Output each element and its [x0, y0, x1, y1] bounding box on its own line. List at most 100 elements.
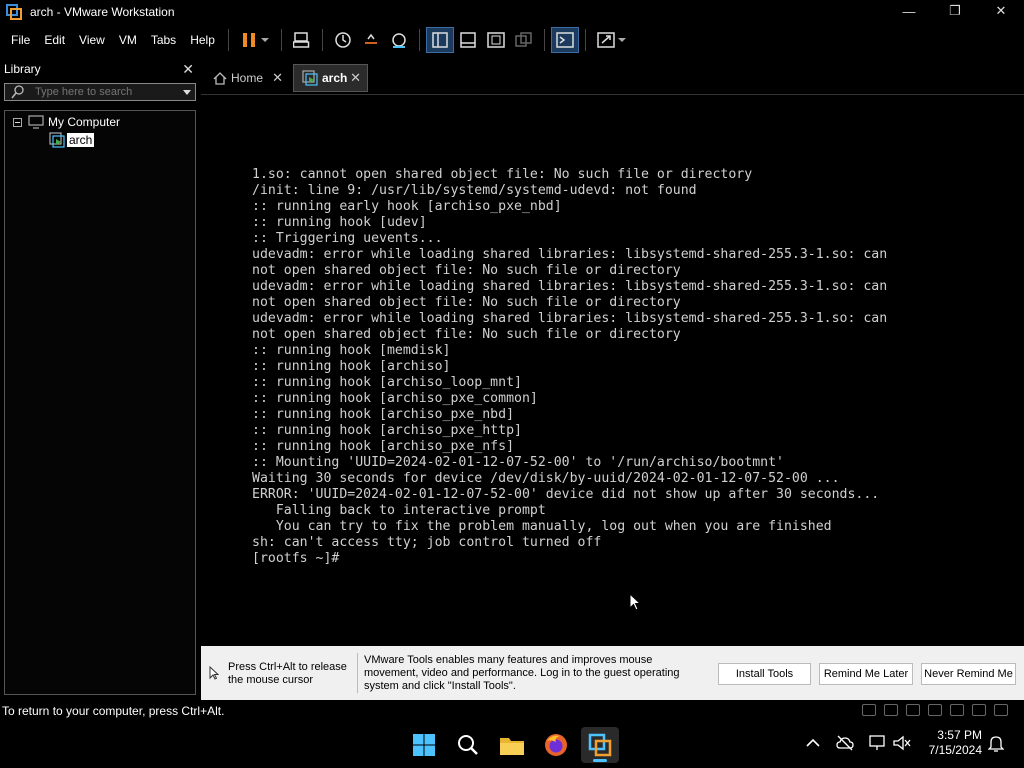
clock-time: 3:57 PM	[937, 728, 982, 742]
menu-vm[interactable]: VM	[112, 33, 144, 47]
mouse-release-icon	[209, 666, 219, 680]
windows-logo-icon	[413, 734, 435, 756]
vm-running-icon	[302, 70, 318, 86]
show-library-button[interactable]	[425, 27, 454, 53]
toolbar-divider	[280, 29, 282, 51]
toolbar-divider	[584, 29, 586, 51]
library-tree: My Computer arch	[4, 110, 196, 695]
menu-file[interactable]: File	[0, 33, 37, 47]
show-thumbnail-bar-button[interactable]	[454, 27, 482, 53]
vmware-tools-message: VMware Tools enables many features and i…	[364, 654, 680, 692]
send-keys-icon	[292, 32, 310, 48]
console-view-button[interactable]	[550, 27, 579, 53]
remind-me-later-button[interactable]: Remind Me Later	[819, 663, 913, 685]
system-clock[interactable]: 3:57 PM 7/15/2024	[929, 728, 982, 758]
thumbnail-bar-icon	[460, 32, 476, 48]
home-icon	[213, 71, 227, 85]
menu-help[interactable]: Help	[183, 33, 222, 47]
cloud-offline-icon[interactable]	[836, 735, 854, 751]
pause-icon	[242, 33, 255, 47]
close-button[interactable]: ✕	[978, 0, 1024, 22]
stretch-icon	[597, 32, 615, 48]
mouse-pointer-icon	[629, 593, 641, 611]
cd-dvd-icon[interactable]	[884, 704, 898, 716]
revert-snapshot-button[interactable]	[357, 27, 385, 53]
tree-item-arch[interactable]: arch	[49, 132, 95, 148]
unity-icon	[515, 32, 532, 47]
tab-arch[interactable]: arch ✕	[293, 64, 368, 92]
never-remind-me-button[interactable]: Never Remind Me	[921, 663, 1016, 685]
notification-bell-icon[interactable]	[988, 734, 1004, 752]
title-bar: arch - VMware Workstation — ❐ ✕	[0, 0, 1024, 24]
notification-divider	[357, 653, 358, 693]
library-search	[4, 83, 196, 101]
tab-arch-label: arch	[322, 71, 348, 85]
sound-card-icon[interactable]	[950, 704, 964, 716]
file-explorer-button[interactable]	[493, 727, 531, 763]
windows-taskbar: 3:57 PM 7/15/2024	[0, 721, 1024, 768]
tab-strip: Home ✕ arch ✕	[201, 58, 1024, 95]
close-tab-arch-icon[interactable]: ✕	[350, 70, 361, 86]
status-bar: To return to your computer, press Ctrl+A…	[0, 701, 1024, 721]
take-snapshot-button[interactable]	[329, 27, 357, 53]
menu-edit[interactable]: Edit	[37, 33, 72, 47]
search-icon	[458, 735, 478, 755]
firefox-icon	[545, 734, 567, 756]
unity-button[interactable]	[510, 27, 538, 53]
menu-view[interactable]: View	[72, 33, 112, 47]
minimize-button[interactable]: —	[886, 0, 932, 22]
computer-icon	[28, 115, 44, 129]
tab-home[interactable]: Home ✕	[205, 64, 289, 92]
tree-label-my-computer: My Computer	[48, 115, 121, 129]
volume-muted-icon[interactable]	[893, 735, 911, 751]
hard-disk-icon[interactable]	[862, 704, 876, 716]
snapshot-clock-icon	[335, 32, 351, 48]
console-icon	[556, 32, 574, 48]
library-close-icon[interactable]: ✕	[182, 61, 194, 78]
install-tools-button[interactable]: Install Tools	[718, 663, 811, 685]
chevron-up-icon[interactable]	[806, 738, 820, 748]
full-screen-button[interactable]	[482, 27, 510, 53]
vmware-workstation-taskbar-button[interactable]	[581, 727, 619, 763]
menu-tabs[interactable]: Tabs	[144, 33, 183, 47]
snapshot-manager-icon	[392, 33, 406, 48]
toolbar-divider	[543, 29, 545, 51]
vm-icon	[49, 132, 65, 148]
stretch-guest-button[interactable]	[592, 27, 620, 53]
collapse-toggle[interactable]	[13, 117, 22, 127]
vmware-tools-notification: Press Ctrl+Alt to release the mouse curs…	[201, 646, 1024, 700]
snapshot-manager-button[interactable]	[385, 27, 413, 53]
menu-bar: File Edit View VM Tabs Help	[0, 24, 1024, 56]
window-title: arch - VMware Workstation	[30, 5, 175, 19]
vmware-icon	[588, 733, 612, 757]
tree-label-arch: arch	[67, 133, 95, 147]
pause-button[interactable]	[235, 27, 263, 53]
full-screen-icon	[487, 32, 505, 48]
library-panel: Library ✕ My Computer arch	[0, 58, 200, 700]
start-button[interactable]	[405, 727, 443, 763]
vm-console[interactable]: 1.so: cannot open shared object file: No…	[201, 96, 1024, 645]
library-panel-icon	[432, 32, 448, 48]
library-title: Library	[4, 62, 41, 76]
firefox-button[interactable]	[537, 727, 575, 763]
taskbar-search-button[interactable]	[449, 727, 487, 763]
network-adapter-icon[interactable]	[906, 704, 920, 716]
search-icon	[11, 85, 25, 99]
folder-icon	[500, 738, 524, 755]
toolbar-divider	[321, 29, 323, 51]
release-mouse-hint: Press Ctrl+Alt to release the mouse curs…	[228, 661, 347, 686]
network-icon[interactable]	[868, 735, 886, 751]
tree-item-my-computer[interactable]: My Computer	[13, 115, 120, 129]
message-log-icon[interactable]	[994, 704, 1008, 716]
toolbar-divider	[418, 29, 420, 51]
restore-button[interactable]: ❐	[932, 0, 978, 22]
chevron-down-icon[interactable]	[183, 90, 191, 95]
status-text: To return to your computer, press Ctrl+A…	[2, 704, 225, 718]
vmware-app-icon	[6, 4, 22, 20]
library-search-input[interactable]	[35, 86, 175, 98]
display-icon[interactable]	[972, 704, 986, 716]
close-tab-home-icon[interactable]: ✕	[272, 70, 283, 86]
send-ctrl-alt-del-button[interactable]	[288, 27, 316, 53]
usb-controller-icon[interactable]	[928, 704, 942, 716]
console-output: 1.so: cannot open shared object file: No…	[252, 167, 888, 566]
